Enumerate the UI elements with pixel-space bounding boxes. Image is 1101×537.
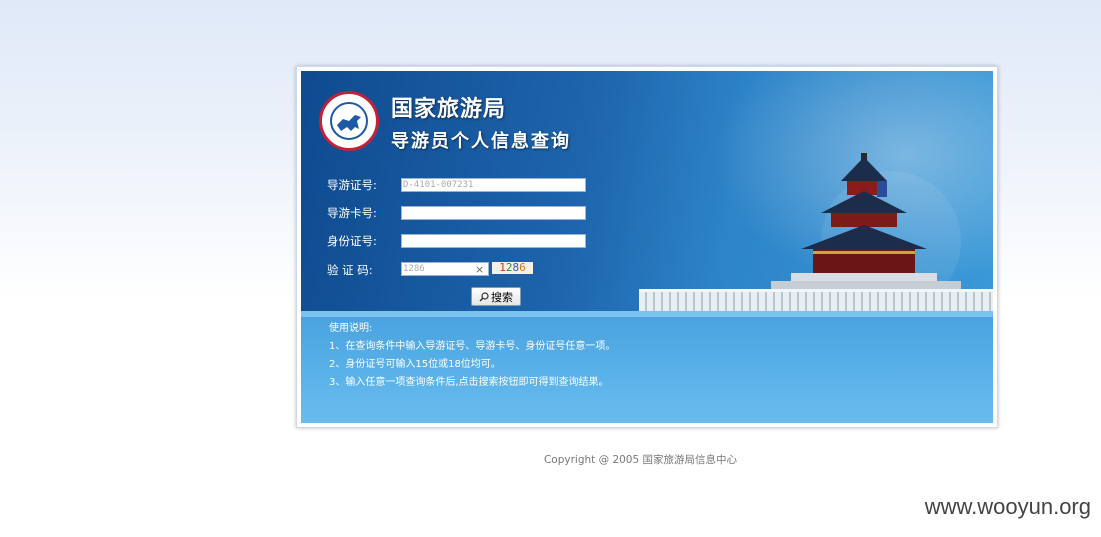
help-line: 2、身份证号可输入15位或18位均可。: [329, 359, 501, 370]
captcha-label: 验 证 码:: [327, 263, 373, 277]
login-frame: 国家旅游局 导游员个人信息查询 导游证号: D-4101-007231 导游卡号…: [296, 66, 998, 428]
clear-icon[interactable]: ×: [475, 264, 484, 276]
horse-emblem-icon: [330, 102, 368, 140]
magnifier-icon: [479, 291, 489, 302]
help-line: 3、输入任意一项查询条件后,点击搜索按钮即可得到查询结果。: [329, 377, 609, 388]
search-button[interactable]: 搜索: [471, 287, 521, 306]
guide-card-input[interactable]: [401, 206, 586, 220]
guide-card-label: 导游卡号:: [327, 206, 377, 220]
page-title: 导游员个人信息查询: [391, 131, 571, 152]
captcha-char: 6: [519, 261, 526, 274]
guide-cert-input[interactable]: D-4101-007231: [401, 178, 586, 192]
captcha-image[interactable]: 1286: [492, 262, 533, 274]
logo-emblem: [319, 91, 379, 151]
query-panel: 国家旅游局 导游员个人信息查询 导游证号: D-4101-007231 导游卡号…: [301, 71, 993, 423]
help-line: 1、在查询条件中输入导游证号、导游卡号、身份证号任意一项。: [329, 341, 616, 352]
id-card-input[interactable]: [401, 234, 586, 248]
help-title: 使用说明:: [329, 323, 373, 334]
captcha-char: 2: [505, 261, 513, 274]
agency-title: 国家旅游局: [391, 96, 507, 122]
search-button-label: 搜索: [491, 290, 513, 304]
captcha-char: 1: [499, 261, 506, 274]
id-card-label: 身份证号:: [327, 234, 377, 248]
temple-illustration: [771, 153, 961, 311]
watermark-text: www.wooyun.org: [924, 494, 1091, 519]
copyright-text: Copyright @ 2005 国家旅游局信息中心: [543, 454, 738, 466]
guide-cert-label: 导游证号:: [327, 178, 377, 192]
